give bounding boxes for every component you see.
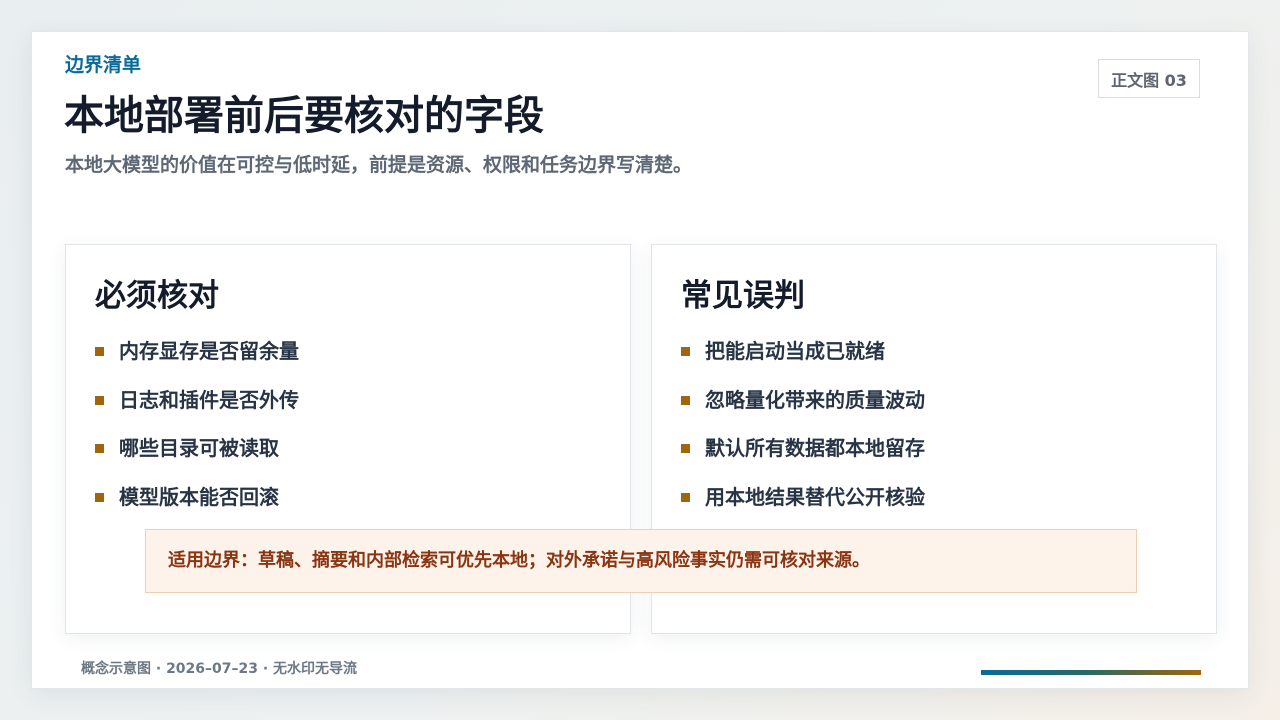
list-item: 哪些目录可被读取 [95,433,299,482]
list-item: 日志和插件是否外传 [95,385,299,434]
list-item: 把能启动当成已就绪 [681,336,925,385]
list-item: 用本地结果替代公开核验 [681,482,925,531]
list-item: 内存显存是否留余量 [95,336,299,385]
page-subtitle: 本地大模型的价值在可控与低时延，前提是资源、权限和任务边界写清楚。 [65,154,693,176]
list-item-text: 用本地结果替代公开核验 [705,484,925,509]
slide-card: 边界清单 正文图 03 本地部署前后要核对的字段 本地大模型的价值在可控与低时延… [31,31,1249,689]
accent-gradient-bar [981,670,1201,675]
footer-caption: 概念示意图 · 2026–07–23 · 无水印无导流 [81,661,358,677]
list-item-text: 日志和插件是否外传 [119,387,299,412]
list-item-text: 模型版本能否回滚 [119,484,279,509]
boundary-note-text: 适用边界：草稿、摘要和内部检索可优先本地；对外承诺与高风险事实仍需可核对来源。 [168,550,870,571]
bullet-square-icon [681,492,690,502]
page-title: 本地部署前后要核对的字段 [64,93,544,139]
bullet-square-icon [95,395,104,405]
card-title: 常见误判 [681,278,805,314]
card-title: 必须核对 [95,278,219,314]
misjudgment-list: 把能启动当成已就绪 忽略量化带来的质量波动 默认所有数据都本地留存 用本地结果替… [681,336,925,530]
bullet-square-icon [681,347,690,356]
list-item-text: 默认所有数据都本地留存 [705,436,925,460]
bullet-square-icon [95,444,104,453]
eyebrow-label: 边界清单 [65,54,142,76]
list-item: 默认所有数据都本地留存 [681,433,925,482]
bullet-square-icon [681,444,690,453]
list-item: 模型版本能否回滚 [95,482,299,531]
bullet-square-icon [681,395,690,405]
must-check-list: 内存显存是否留余量 日志和插件是否外传 哪些目录可被读取 模型版本能否回滚 [95,336,299,530]
list-item-text: 内存显存是否留余量 [119,339,299,363]
boundary-note: 适用边界：草稿、摘要和内部检索可优先本地；对外承诺与高风险事实仍需可核对来源。 [145,529,1137,593]
list-item-text: 把能启动当成已就绪 [705,339,885,363]
bullet-square-icon [95,492,104,502]
figure-tag: 正文图 03 [1098,59,1200,98]
list-item-text: 忽略量化带来的质量波动 [705,387,925,412]
list-item: 忽略量化带来的质量波动 [681,385,925,434]
list-item-text: 哪些目录可被读取 [119,436,279,460]
bullet-square-icon [95,347,104,356]
